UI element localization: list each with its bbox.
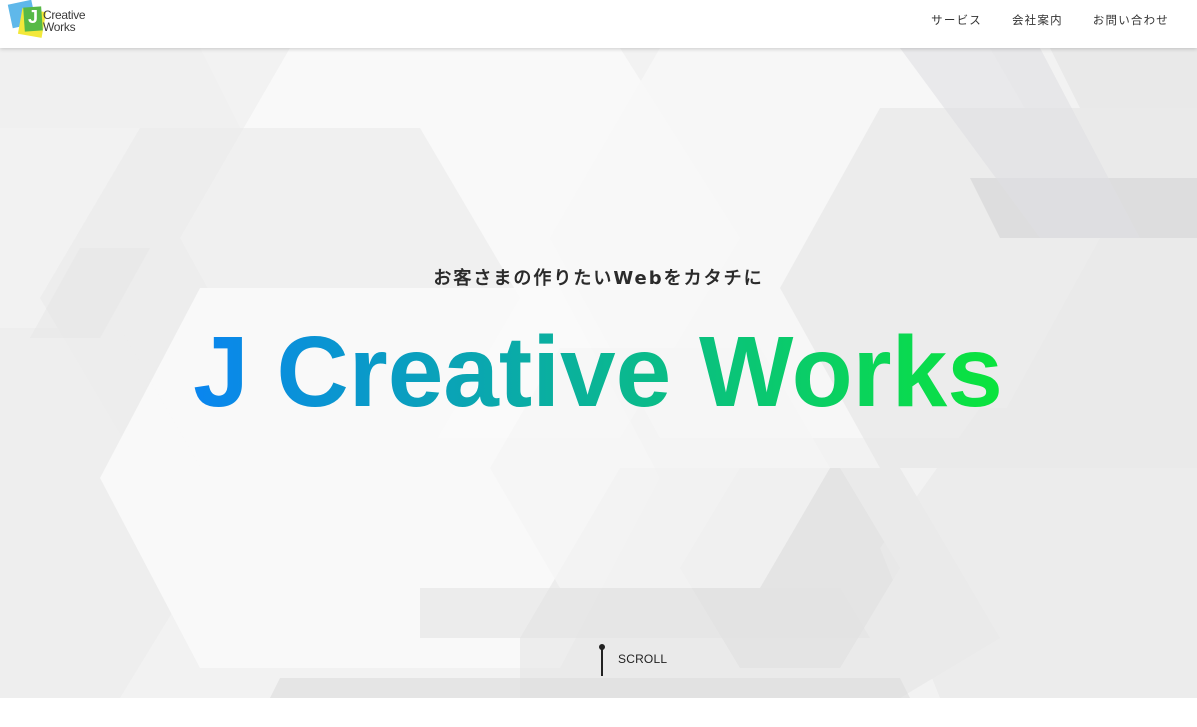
- site-header: J Creative Works サービス 会社案内 お問い合わせ: [0, 0, 1197, 48]
- nav-item-services[interactable]: サービス: [931, 12, 982, 28]
- logo-mark: J: [28, 7, 39, 27]
- scroll-indicator[interactable]: SCROLL: [598, 644, 678, 680]
- nav-item-company[interactable]: 会社案内: [1012, 12, 1063, 28]
- logo-wordmark: Creative Works: [43, 9, 86, 34]
- nav-item-contact[interactable]: お問い合わせ: [1093, 12, 1169, 28]
- site-logo[interactable]: J Creative Works: [7, 0, 90, 44]
- main-nav: サービス 会社案内 お問い合わせ: [931, 0, 1169, 40]
- hero-headline: J Creative Works: [193, 316, 1003, 428]
- scroll-indicator-line: [601, 648, 603, 676]
- hero-headline-text: J Creative Works: [193, 316, 1003, 428]
- scroll-label: SCROLL: [618, 652, 668, 666]
- logo-line-2: Works: [43, 20, 76, 34]
- hero-tagline: お客さまの作りたいWebをカタチに: [433, 268, 764, 289]
- below-fold-strip: [0, 698, 1197, 727]
- hero-section: お客さまの作りたいWebをカタチに J Creative Works SCROL…: [0, 48, 1197, 698]
